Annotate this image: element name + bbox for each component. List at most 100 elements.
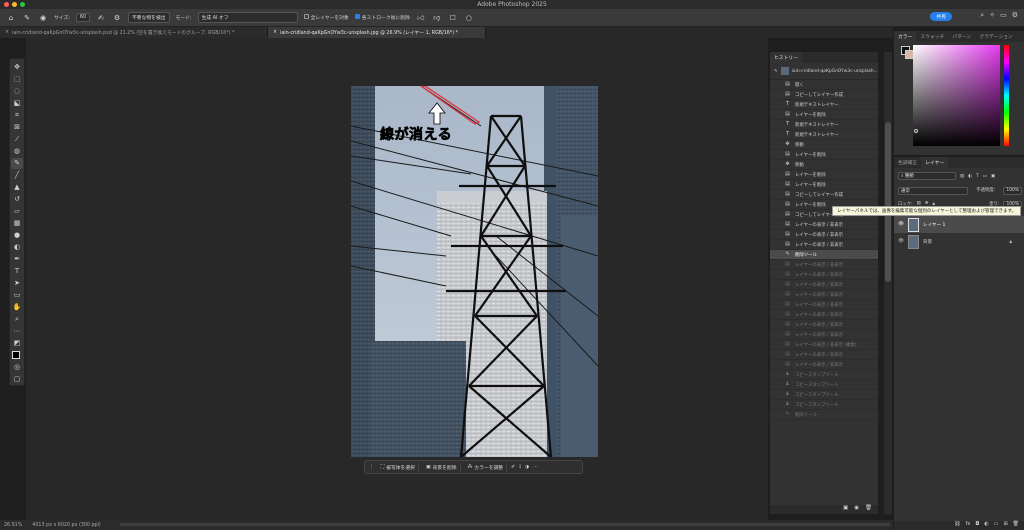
detect-distractions-button[interactable]: 不要な物を検出 bbox=[127, 12, 170, 23]
new-layer-icon[interactable]: ⊞ bbox=[1003, 521, 1007, 530]
cancel-icon[interactable]: ○ bbox=[464, 13, 474, 23]
history-item[interactable]: ✎ 削除ツール bbox=[770, 250, 878, 260]
tab-psd[interactable]: × iain-cridland-qaKpGnOYw3c-unsplash.psd… bbox=[0, 27, 268, 38]
new-document-from-state-icon[interactable]: ▣ bbox=[843, 505, 848, 514]
brush-preset-icon[interactable]: ◉ bbox=[38, 13, 48, 23]
more-options-icon[interactable]: ⋯ bbox=[533, 465, 538, 470]
history-item[interactable]: ✎ 削除ツール bbox=[770, 410, 878, 420]
adjustment-icon[interactable]: ◑ bbox=[525, 465, 529, 470]
history-item[interactable]: ▤ レイヤーの表示 / 非表示 bbox=[770, 310, 878, 320]
history-item[interactable]: ▤ レイヤーの表示 / 非表示 (複数) bbox=[770, 340, 878, 350]
more-tools-icon[interactable]: ⋯ bbox=[11, 326, 23, 337]
settings-gear-icon[interactable]: ⚙ bbox=[112, 13, 122, 23]
history-item[interactable]: ✥ 移動 bbox=[770, 140, 878, 150]
share-button[interactable]: 共有 bbox=[930, 12, 952, 21]
tab-close-icon[interactable]: × bbox=[273, 30, 277, 35]
layer-row-layer1[interactable]: 👁︎ レイヤー 1 bbox=[894, 216, 1024, 233]
tab-close-icon[interactable]: × bbox=[5, 30, 9, 35]
history-item[interactable]: ▤ 開く bbox=[770, 80, 878, 90]
size-input[interactable]: 60 bbox=[75, 13, 90, 22]
history-item[interactable]: ▤ レイヤーの表示 / 非表示 bbox=[770, 320, 878, 330]
history-item[interactable]: ▤ レイヤーの表示 / 非表示 bbox=[770, 260, 878, 270]
eyedropper-tool-icon[interactable]: ⁄ bbox=[11, 134, 23, 145]
pixel-filter-icon[interactable]: ▨ bbox=[960, 174, 964, 179]
history-snapshot[interactable]: ✎ iain-cridland-qaKpGnOYw3c-unsplash... bbox=[770, 63, 878, 80]
history-item[interactable]: ▤ レイヤーの表示 / 非表示 bbox=[770, 360, 878, 370]
history-item[interactable]: ▤ レイヤーの表示 / 非表示 bbox=[770, 290, 878, 300]
history-item[interactable]: T 新規テキストレイヤー bbox=[770, 130, 878, 140]
history-item[interactable]: ♟ コピースタンプツール bbox=[770, 380, 878, 390]
tab-jpg[interactable]: × iain-cridland-qaKpGnOYw3c-unsplash.jpg… bbox=[268, 27, 486, 38]
path-selection-tool-icon[interactable]: ➤ bbox=[11, 278, 23, 289]
blend-mode-select[interactable]: 通常 bbox=[898, 187, 968, 195]
history-item[interactable]: ▤ レイヤーの表示 / 非表示 bbox=[770, 300, 878, 310]
type-tool-icon[interactable]: T bbox=[11, 266, 23, 277]
adjustment-filter-icon[interactable]: ◐ bbox=[968, 174, 972, 179]
opacity-input[interactable]: 100% bbox=[1003, 187, 1022, 195]
new-group-icon[interactable]: ▭ bbox=[994, 521, 999, 530]
type-filter-icon[interactable]: T bbox=[976, 174, 979, 179]
lasso-tool-icon[interactable]: ◌ bbox=[11, 86, 23, 97]
remove-background-button[interactable]: ▣ 背景を削除 bbox=[423, 462, 461, 472]
shape-tool-icon[interactable]: ▭ bbox=[11, 290, 23, 301]
tab-color[interactable]: カラー bbox=[894, 31, 917, 42]
eraser-tool-icon[interactable]: ▱ bbox=[11, 206, 23, 217]
workspace-icon[interactable]: ▭ bbox=[1000, 11, 1007, 20]
zoom-level[interactable]: 26.91% bbox=[4, 523, 22, 528]
gradient-tool-icon[interactable]: ▦ bbox=[11, 218, 23, 229]
select-subject-button[interactable]: ⛶ 被写体を選択 bbox=[378, 462, 419, 472]
history-item[interactable]: T 新規テキストレイヤー bbox=[770, 120, 878, 130]
delete-layer-icon[interactable]: 🗑︎ bbox=[1013, 521, 1019, 530]
visibility-eye-icon[interactable]: 👁︎ bbox=[898, 222, 904, 227]
history-scrollbar[interactable] bbox=[884, 52, 892, 514]
layer-filter-select[interactable]: ⌕ 種類 bbox=[898, 172, 956, 180]
history-item[interactable]: ▤ レイヤーの表示 / 非表示 bbox=[770, 240, 878, 250]
history-item[interactable]: ▤ レイヤーを削除 bbox=[770, 110, 878, 120]
link-layers-icon[interactable]: ⛓ bbox=[954, 521, 960, 530]
history-item[interactable]: ♟ コピースタンプツール bbox=[770, 400, 878, 410]
marquee-tool-icon[interactable]: ⬚ bbox=[11, 74, 23, 85]
add-mask-icon[interactable]: ◘ bbox=[975, 521, 979, 530]
transform-icon[interactable]: ⟟ bbox=[519, 464, 521, 470]
document-info[interactable]: 4013 px x 6020 px (300 ppi) bbox=[32, 523, 101, 528]
history-brush-tool-icon[interactable]: ↺ bbox=[11, 194, 23, 205]
remove-tool-icon[interactable]: ✎ bbox=[22, 13, 32, 23]
layer-row-background[interactable]: 👁︎ 背景 🔒︎ bbox=[894, 233, 1024, 250]
color-field[interactable] bbox=[913, 45, 1000, 146]
layer-style-icon[interactable]: fx bbox=[966, 521, 971, 530]
screen-mode-icon[interactable]: ▢ bbox=[11, 374, 23, 385]
tab-layers[interactable]: レイヤー bbox=[921, 157, 949, 168]
thumbs-down-icon[interactable]: 👎︎ bbox=[432, 13, 442, 23]
object-selection-tool-icon[interactable]: ⬕ bbox=[11, 98, 23, 109]
crop-tool-icon[interactable]: ⌗ bbox=[11, 110, 23, 121]
new-adjustment-icon[interactable]: ◐ bbox=[984, 521, 988, 530]
brush-tool-icon[interactable]: ╱ bbox=[11, 170, 23, 181]
tab-adjustments[interactable]: 色調補正 bbox=[894, 157, 921, 168]
zoom-tool-icon[interactable]: ⌕ bbox=[11, 314, 23, 325]
color-picker-handle[interactable] bbox=[914, 129, 918, 133]
history-item[interactable]: ▤ レイヤーの表示 / 非表示 bbox=[770, 350, 878, 360]
history-item[interactable]: ▤ レイヤーを削除 bbox=[770, 150, 878, 160]
thumbs-up-icon[interactable]: 👍︎ bbox=[416, 13, 426, 23]
history-item[interactable]: ▤ コピーしてレイヤー作成 bbox=[770, 190, 878, 200]
history-item[interactable]: ▤ レイヤーの表示 / 非表示 bbox=[770, 270, 878, 280]
history-item[interactable]: ✥ 移動 bbox=[770, 160, 878, 170]
adjust-color-button[interactable]: ⁂ カラーを調整 bbox=[465, 462, 508, 472]
history-item[interactable]: ▤ レイヤーの表示 / 非表示 bbox=[770, 280, 878, 290]
history-item[interactable]: ▤ レイヤーを削除 bbox=[770, 170, 878, 180]
search-icon[interactable]: ⌕ bbox=[980, 11, 984, 20]
edit-icon[interactable]: ✐ bbox=[511, 465, 515, 470]
drag-handle-icon[interactable]: ⋮ bbox=[369, 465, 374, 470]
history-item[interactable]: ▤ レイヤーの表示 / 非表示 bbox=[770, 230, 878, 240]
zoom-window-button[interactable] bbox=[20, 2, 25, 7]
spot-healing-tool-icon[interactable]: ◍ bbox=[11, 146, 23, 157]
tab-history[interactable]: ヒストリー bbox=[770, 52, 802, 63]
hand-tool-icon[interactable]: ✋ bbox=[11, 302, 23, 313]
clone-stamp-tool-icon[interactable]: ▲ bbox=[11, 182, 23, 193]
mode-select[interactable]: 生成 AI オフ bbox=[197, 12, 298, 23]
tab-patterns[interactable]: パターン bbox=[948, 31, 975, 42]
history-item[interactable]: T 新規テキストレイヤー bbox=[770, 100, 878, 110]
move-tool-icon[interactable]: ✥ bbox=[11, 62, 23, 73]
blur-tool-icon[interactable]: ● bbox=[11, 230, 23, 241]
tab-swatches[interactable]: スウォッチ bbox=[916, 31, 948, 42]
